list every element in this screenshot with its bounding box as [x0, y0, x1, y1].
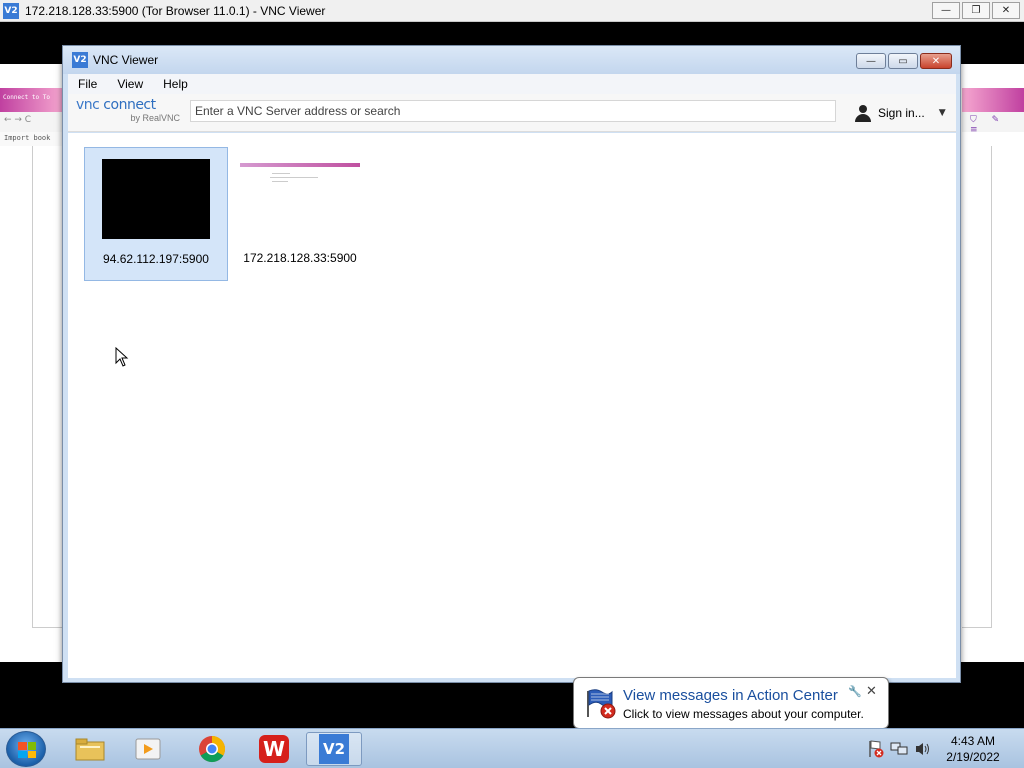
sign-in-label: Sign in...	[878, 106, 925, 120]
remote-browser-toolbar-icons[interactable]: ⛉ ✎ ≡	[962, 112, 1024, 135]
connection-thumbnail	[240, 158, 360, 238]
taskbar-wps-office[interactable]: W	[246, 732, 302, 766]
remote-page-frame-right	[962, 146, 992, 628]
notification-text[interactable]: Click to view messages about your comput…	[623, 707, 864, 721]
address-book-area[interactable]: 94.62.112.197:5900 172.218.128.33:5900	[68, 133, 956, 678]
vnc-viewer-title: VNC Viewer	[93, 53, 159, 67]
menu-view[interactable]: View	[107, 77, 153, 91]
taskbar-chrome[interactable]	[184, 732, 240, 766]
brand-connect: connect	[99, 97, 156, 113]
wrench-icon[interactable]: 🔧	[848, 685, 862, 698]
close-button[interactable]: ✕	[920, 53, 952, 69]
user-icon	[854, 104, 872, 122]
remote-browser-nav-buttons[interactable]: ← → C	[0, 112, 64, 132]
brand-vnc: vnc	[76, 97, 100, 113]
maximize-button[interactable]: ▭	[888, 53, 918, 69]
taskbar-windows-explorer[interactable]	[62, 732, 118, 766]
action-center-flag-icon[interactable]	[867, 739, 885, 759]
clock-time: 4:43 AM	[950, 734, 996, 748]
minimize-button[interactable]: —	[856, 53, 886, 69]
vnc-viewer-logo-icon: V2	[3, 2, 19, 19]
remote-page-frame-left	[32, 146, 64, 628]
wps-office-icon: W	[259, 735, 289, 763]
remote-browser-tabstrip-right	[962, 88, 1024, 112]
remote-browser-tab[interactable]: Connect to To	[0, 88, 64, 112]
close-icon[interactable]: ✕	[866, 684, 877, 699]
vnc-viewer-icon: V2	[319, 734, 349, 764]
volume-icon[interactable]	[914, 741, 932, 757]
start-button[interactable]	[6, 731, 46, 767]
outer-window-controls: — ❐ ✕	[932, 2, 1020, 19]
chevron-down-icon[interactable]: ▼	[939, 108, 946, 118]
clock-date: 2/19/2022	[946, 750, 1000, 764]
mouse-cursor-icon	[115, 347, 129, 367]
folder-icon	[75, 738, 105, 761]
connection-thumbnail	[102, 159, 210, 239]
vnc-viewer-titlebar[interactable]: V2 VNC Viewer — ▭ ✕	[63, 46, 960, 74]
action-center-notification[interactable]: View messages in Action Center Click to …	[573, 677, 889, 740]
search-input[interactable]	[190, 100, 836, 122]
taskbar-media-player[interactable]	[120, 732, 176, 766]
vnc-connect-logo: vnc connect by RealVNC	[76, 98, 186, 128]
connection-tile[interactable]: 94.62.112.197:5900	[84, 147, 228, 281]
connection-address: 172.218.128.33:5900	[243, 251, 357, 265]
connection-address: 94.62.112.197:5900	[103, 252, 209, 266]
network-icon[interactable]	[890, 741, 908, 757]
remote-browser-bookmark[interactable]: Import book	[0, 132, 64, 146]
vnc-viewer-window: V2 VNC Viewer — ▭ ✕ File View Help vnc c…	[62, 45, 961, 683]
notification-title[interactable]: View messages in Action Center	[623, 687, 838, 704]
media-player-icon	[135, 738, 161, 760]
toolbar: vnc connect by RealVNC Sign in... ▼	[68, 94, 956, 132]
taskbar-clock[interactable]: 4:43 AM 2/19/2022	[940, 733, 1006, 765]
chrome-icon	[199, 735, 226, 763]
taskbar-vnc-viewer[interactable]: V2	[306, 732, 362, 766]
windows-logo-icon	[18, 742, 36, 758]
vnc-viewer-window-controls: — ▭ ✕	[856, 53, 952, 69]
menu-bar: File View Help	[68, 74, 956, 94]
vnc-viewer-logo-icon: V2	[72, 52, 88, 68]
outer-window-title: 172.218.128.33:5900 (Tor Browser 11.0.1)…	[25, 3, 326, 18]
connection-tile[interactable]: 172.218.128.33:5900	[228, 147, 372, 281]
outer-restore-button[interactable]: ❐	[962, 2, 990, 19]
menu-help[interactable]: Help	[153, 77, 198, 91]
sign-in-button[interactable]: Sign in... ▼	[854, 102, 946, 124]
outer-window-titlebar[interactable]: V2 172.218.128.33:5900 (Tor Browser 11.0…	[0, 0, 1024, 22]
taskbar: W V2 4:43 AM 2/19/2022	[0, 728, 1024, 768]
outer-close-button[interactable]: ✕	[992, 2, 1020, 19]
action-center-flag-icon	[587, 689, 616, 719]
brand-by-realvnc: by RealVNC	[130, 113, 180, 123]
outer-minimize-button[interactable]: —	[932, 2, 960, 19]
menu-file[interactable]: File	[68, 77, 107, 91]
